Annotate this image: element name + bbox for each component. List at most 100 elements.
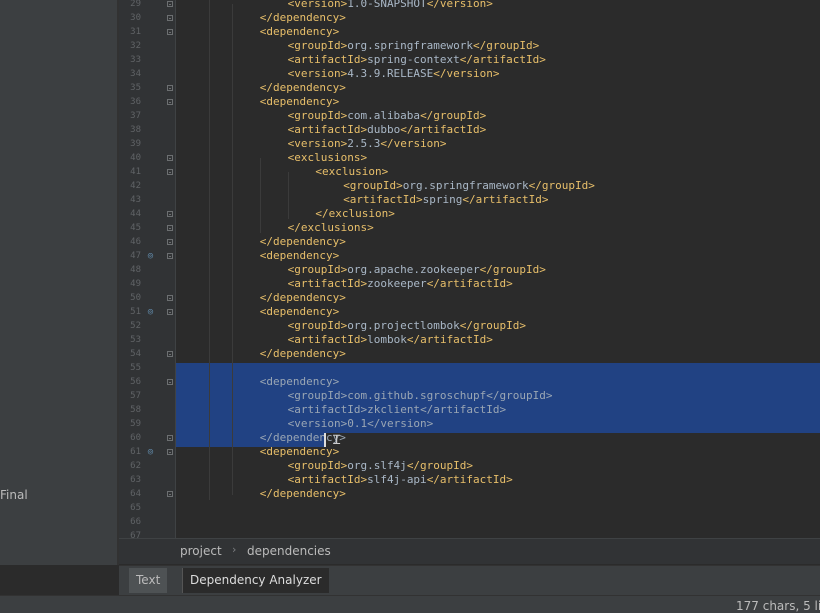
line-number[interactable]: 45 (121, 221, 141, 235)
line-number[interactable]: 37 (121, 109, 141, 123)
fold-toggle-icon[interactable] (167, 295, 173, 301)
code-line[interactable]: <version>1.0-SNAPSHOT</version> (288, 0, 493, 11)
code-line[interactable]: <artifactId>slf4j-api</artifactId> (288, 473, 513, 487)
code-line[interactable]: <groupId>com.alibaba</groupId> (288, 109, 487, 123)
line-number[interactable]: 67 (121, 529, 141, 543)
fold-toggle-icon[interactable] (167, 211, 173, 217)
breadcrumb-item-project[interactable]: project (180, 544, 222, 558)
line-number[interactable]: 50 (121, 291, 141, 305)
line-number[interactable]: 57 (121, 389, 141, 403)
line-number[interactable]: 64 (121, 487, 141, 501)
code-line[interactable]: </dependency> (260, 81, 346, 95)
project-tree-item-final[interactable]: Final (0, 488, 28, 502)
line-number[interactable]: 55 (121, 361, 141, 375)
code-line[interactable]: <groupId>org.springframework</groupId> (343, 179, 595, 193)
fold-toggle-icon[interactable] (167, 169, 173, 175)
code-line[interactable]: <groupId>org.apache.zookeeper</groupId> (288, 263, 546, 277)
code-line[interactable]: <groupId>org.projectlombok</groupId> (288, 319, 526, 333)
fold-toggle-icon[interactable] (167, 85, 173, 91)
line-number[interactable]: 65 (121, 501, 141, 515)
line-number[interactable]: 43 (121, 193, 141, 207)
line-number[interactable]: 30 (121, 11, 141, 25)
code-line[interactable]: <version>4.3.9.RELEASE</version> (288, 67, 500, 81)
line-number[interactable]: 48 (121, 263, 141, 277)
line-number[interactable]: 32 (121, 39, 141, 53)
code-line[interactable]: </dependency> (260, 347, 346, 361)
line-number[interactable]: 46 (121, 235, 141, 249)
fold-toggle-icon[interactable] (167, 29, 173, 35)
line-number[interactable]: 53 (121, 333, 141, 347)
code-line[interactable]: <dependency> (260, 25, 339, 39)
code-line[interactable]: <dependency> (260, 375, 339, 389)
code-line[interactable]: </exclusion> (315, 207, 394, 221)
line-number[interactable]: 54 (121, 347, 141, 361)
fold-toggle-icon[interactable] (167, 15, 173, 21)
fold-toggle-icon[interactable] (167, 155, 173, 161)
fold-toggle-icon[interactable] (167, 435, 173, 441)
fold-toggle-icon[interactable] (167, 253, 173, 259)
code-line[interactable]: </exclusions> (288, 221, 374, 235)
line-number[interactable]: 60 (121, 431, 141, 445)
fold-toggle-icon[interactable] (167, 225, 173, 231)
line-number[interactable]: 62 (121, 459, 141, 473)
code-line[interactable]: <dependency> (260, 249, 339, 263)
line-number[interactable]: 66 (121, 515, 141, 529)
line-number[interactable]: 59 (121, 417, 141, 431)
maven-dependency-icon[interactable]: ◎ (146, 251, 155, 261)
tab-text[interactable]: Text (129, 568, 168, 593)
line-number[interactable]: 63 (121, 473, 141, 487)
code-line[interactable]: </dependency> (260, 11, 346, 25)
line-number[interactable]: 44 (121, 207, 141, 221)
maven-dependency-icon[interactable]: ◎ (146, 447, 155, 457)
code-line[interactable]: <version>2.5.3</version> (288, 137, 447, 151)
code-line[interactable]: </dependency> (260, 291, 346, 305)
line-number[interactable]: 38 (121, 123, 141, 137)
selection-status[interactable]: 177 chars, 5 lines (736, 599, 820, 613)
line-number[interactable]: 31 (121, 25, 141, 39)
line-number[interactable]: 49 (121, 277, 141, 291)
fold-toggle-icon[interactable] (167, 309, 173, 315)
line-number[interactable]: 47 (121, 249, 141, 263)
line-number[interactable]: 40 (121, 151, 141, 165)
code-line[interactable]: <dependency> (260, 305, 339, 319)
code-line[interactable]: <exclusions> (288, 151, 367, 165)
code-line[interactable]: <artifactId>spring-context</artifactId> (288, 53, 546, 67)
fold-toggle-icon[interactable] (167, 99, 173, 105)
line-number[interactable]: 56 (121, 375, 141, 389)
code-line[interactable]: <exclusion> (315, 165, 388, 179)
fold-toggle-icon[interactable] (167, 449, 173, 455)
fold-toggle-icon[interactable] (167, 239, 173, 245)
line-number[interactable]: 51 (121, 305, 141, 319)
code-line[interactable]: <groupId>org.slf4j</groupId> (288, 459, 473, 473)
maven-dependency-icon[interactable]: ◎ (146, 307, 155, 317)
code-line[interactable]: <artifactId>zookeeper</artifactId> (288, 277, 513, 291)
code-line[interactable]: <dependency> (260, 445, 339, 459)
code-line[interactable]: <dependency> (260, 95, 339, 109)
line-number[interactable]: 61 (121, 445, 141, 459)
code-line[interactable]: <version>0.1</version> (288, 417, 434, 431)
line-number[interactable]: 39 (121, 137, 141, 151)
code-line[interactable]: <artifactId>dubbo</artifactId> (288, 123, 487, 137)
code-line[interactable]: </dependency> (260, 235, 346, 249)
code-line[interactable]: <artifactId>lombok</artifactId> (288, 333, 493, 347)
fold-toggle-icon[interactable] (167, 379, 173, 385)
code-line[interactable]: </dependency> (260, 487, 346, 501)
line-number[interactable]: 36 (121, 95, 141, 109)
line-number[interactable]: 34 (121, 67, 141, 81)
line-number[interactable]: 52 (121, 319, 141, 333)
code-line[interactable]: <groupId>com.github.sgroschupf</groupId> (288, 389, 553, 403)
fold-toggle-icon[interactable] (167, 351, 173, 357)
line-number[interactable]: 58 (121, 403, 141, 417)
code-line[interactable]: <groupId>org.springframework</groupId> (288, 39, 540, 53)
fold-toggle-icon[interactable] (167, 491, 173, 497)
fold-toggle-icon[interactable] (167, 1, 173, 7)
line-number[interactable]: 35 (121, 81, 141, 95)
breadcrumb-item-dependencies[interactable]: dependencies (247, 544, 331, 558)
line-number[interactable]: 33 (121, 53, 141, 67)
code-line[interactable]: <artifactId>spring</artifactId> (343, 193, 548, 207)
line-number[interactable]: 29 (121, 0, 141, 11)
code-line[interactable]: <artifactId>zkclient</artifactId> (288, 403, 507, 417)
line-number[interactable]: 41 (121, 165, 141, 179)
line-number[interactable]: 42 (121, 179, 141, 193)
tab-dependency-analyzer[interactable]: Dependency Analyzer (182, 568, 329, 593)
